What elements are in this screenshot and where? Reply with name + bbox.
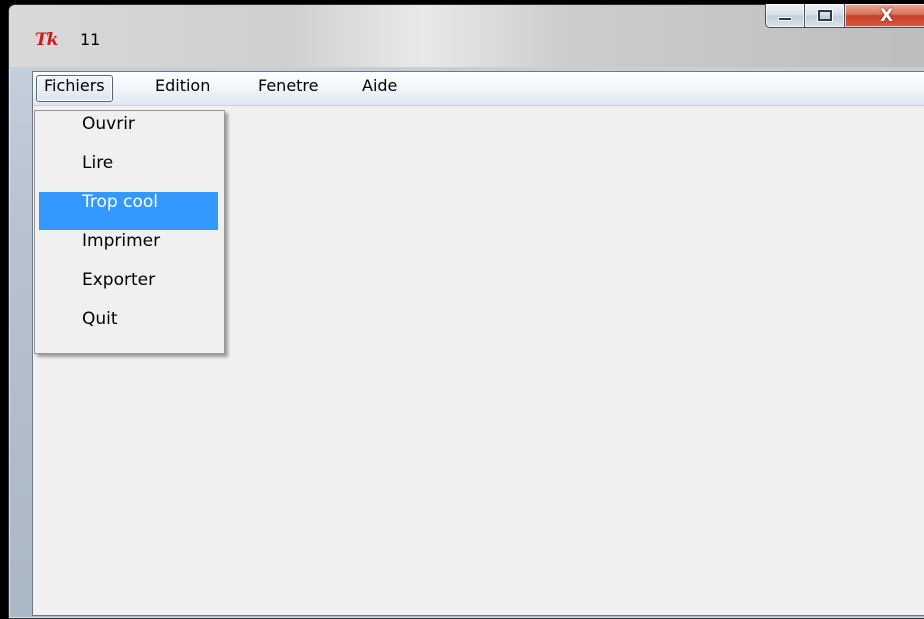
menu-edition[interactable]: Edition <box>147 75 218 102</box>
tk-feather-icon: Tk <box>35 30 58 50</box>
fichiers-dropdown-menu: Ouvrir Lire Trop cool Imprimer Exporter … <box>34 110 225 354</box>
close-icon: X <box>879 5 894 26</box>
menu-item-exporter[interactable]: Exporter <box>39 270 218 308</box>
maximize-icon <box>817 10 832 21</box>
minimize-button[interactable] <box>765 4 805 28</box>
menu-item-ouvrir[interactable]: Ouvrir <box>39 114 218 152</box>
menu-item-trop-cool[interactable]: Trop cool <box>39 192 218 230</box>
menu-fichiers[interactable]: Fichiers <box>36 75 113 102</box>
menu-aide[interactable]: Aide <box>354 75 405 102</box>
menu-item-lire[interactable]: Lire <box>39 153 218 191</box>
menu-fenetre[interactable]: Fenetre <box>250 75 327 102</box>
maximize-button[interactable] <box>805 4 845 28</box>
menu-bar: Fichiers Edition Fenetre Aide <box>33 72 924 106</box>
close-button[interactable]: X <box>845 4 924 28</box>
app-window: Tk 11 X Fichiers Edition Fenetre Aide Ou… <box>8 4 924 619</box>
window-title: 11 <box>80 30 101 49</box>
title-bar[interactable]: Tk 11 X <box>9 4 924 67</box>
menu-item-quit[interactable]: Quit <box>39 309 218 347</box>
client-area: Fichiers Edition Fenetre Aide Ouvrir Lir… <box>32 71 924 616</box>
caption-buttons: X <box>765 4 924 29</box>
menu-item-imprimer[interactable]: Imprimer <box>39 231 218 269</box>
minimize-icon <box>778 16 792 21</box>
